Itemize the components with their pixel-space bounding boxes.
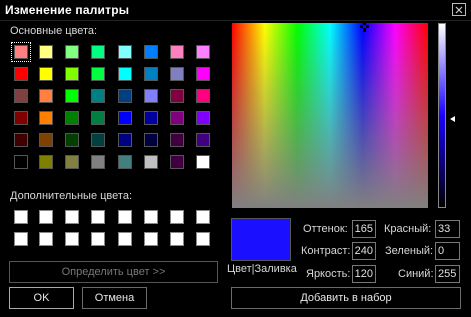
basic-color-swatch[interactable] (65, 155, 79, 169)
custom-color-swatch[interactable] (39, 232, 53, 246)
custom-color-swatch[interactable] (144, 232, 158, 246)
basic-color-swatch[interactable] (14, 67, 28, 81)
basic-color-swatch[interactable] (170, 45, 184, 59)
basic-color-swatch[interactable] (91, 67, 105, 81)
custom-color-swatch[interactable] (170, 210, 184, 224)
basic-color-swatch[interactable] (14, 89, 28, 103)
basic-color-swatch[interactable] (14, 111, 28, 125)
basic-color-swatch[interactable] (170, 111, 184, 125)
close-icon (455, 6, 463, 13)
blue-field[interactable]: 255 (435, 265, 460, 283)
basic-color-swatch[interactable] (65, 133, 79, 147)
basic-color-swatch[interactable] (14, 133, 28, 147)
basic-color-swatch[interactable] (196, 45, 210, 59)
basic-color-swatch[interactable] (39, 111, 53, 125)
saturation-field[interactable]: 240 (352, 242, 376, 260)
red-field[interactable]: 33 (435, 220, 460, 238)
basic-color-swatch[interactable] (39, 89, 53, 103)
ok-button[interactable]: OK (9, 287, 74, 309)
basic-color-swatch[interactable] (14, 155, 28, 169)
custom-color-swatch[interactable] (65, 232, 79, 246)
basic-color-swatch[interactable] (91, 89, 105, 103)
custom-colors-label: Дополнительные цвета: (10, 190, 132, 202)
basic-color-swatch[interactable] (196, 133, 210, 147)
color-spectrum[interactable] (232, 23, 428, 208)
red-label: Красный: (384, 223, 432, 235)
close-button[interactable] (452, 3, 466, 16)
cancel-button[interactable]: Отмена (82, 287, 147, 309)
basic-color-swatch[interactable] (144, 45, 158, 59)
hue-label: Оттенок: (303, 223, 348, 235)
saturation-label: Контраст: (301, 245, 351, 257)
hue-field[interactable]: 165 (352, 220, 376, 238)
luminance-label: Яркость: (306, 268, 351, 280)
define-custom-color-button[interactable]: Определить цвет >> (9, 261, 218, 283)
basic-color-swatch[interactable] (118, 133, 132, 147)
basic-color-swatch[interactable] (118, 111, 132, 125)
basic-color-swatch[interactable] (144, 133, 158, 147)
title-bar: Изменение палитры (0, 0, 471, 21)
custom-color-swatch[interactable] (118, 210, 132, 224)
basic-color-swatch[interactable] (144, 89, 158, 103)
preview-label: Цвет|Заливка (227, 263, 297, 275)
basic-color-swatch[interactable] (11, 42, 31, 62)
crosshair-icon[interactable] (360, 21, 369, 32)
custom-color-swatch[interactable] (170, 232, 184, 246)
basic-color-swatch[interactable] (118, 45, 132, 59)
basic-color-swatch[interactable] (39, 45, 53, 59)
basic-color-swatch[interactable] (170, 67, 184, 81)
blue-label: Синий: (398, 268, 434, 280)
custom-color-swatch[interactable] (65, 210, 79, 224)
basic-color-swatch[interactable] (118, 67, 132, 81)
custom-color-swatch[interactable] (14, 210, 28, 224)
basic-color-swatch[interactable] (170, 89, 184, 103)
basic-color-swatch[interactable] (144, 155, 158, 169)
basic-color-swatch[interactable] (170, 155, 184, 169)
basic-color-swatch[interactable] (39, 155, 53, 169)
basic-color-swatch[interactable] (91, 45, 105, 59)
add-to-custom-colors-button[interactable]: Добавить в набор (231, 287, 461, 309)
green-label: Зеленый: (385, 245, 434, 257)
basic-color-swatch[interactable] (65, 67, 79, 81)
custom-color-swatch[interactable] (91, 210, 105, 224)
custom-color-swatch[interactable] (91, 232, 105, 246)
basic-colors-label: Основные цвета: (10, 25, 98, 37)
basic-color-swatch[interactable] (170, 133, 184, 147)
basic-color-swatch[interactable] (39, 67, 53, 81)
basic-color-swatch[interactable] (65, 111, 79, 125)
basic-color-swatch[interactable] (65, 45, 79, 59)
custom-color-swatch[interactable] (196, 232, 210, 246)
custom-color-swatch[interactable] (196, 210, 210, 224)
basic-color-swatch[interactable] (118, 155, 132, 169)
basic-color-swatch[interactable] (39, 133, 53, 147)
custom-color-swatch[interactable] (144, 210, 158, 224)
luminance-field[interactable]: 120 (352, 265, 376, 283)
luminance-slider[interactable] (438, 23, 446, 208)
basic-color-swatch[interactable] (91, 111, 105, 125)
custom-color-swatch[interactable] (118, 232, 132, 246)
basic-color-swatch[interactable] (196, 67, 210, 81)
basic-color-swatch[interactable] (91, 155, 105, 169)
window-title: Изменение палитры (5, 3, 130, 17)
basic-color-swatch[interactable] (118, 89, 132, 103)
color-preview (231, 218, 291, 261)
custom-color-swatch[interactable] (39, 210, 53, 224)
basic-color-swatch[interactable] (144, 67, 158, 81)
basic-color-swatch[interactable] (144, 111, 158, 125)
basic-color-swatch[interactable] (196, 155, 210, 169)
green-field[interactable]: 0 (435, 242, 460, 260)
basic-color-swatch[interactable] (196, 111, 210, 125)
luminance-arrow-icon[interactable] (450, 116, 455, 122)
basic-color-swatch[interactable] (91, 133, 105, 147)
basic-color-swatch[interactable] (65, 89, 79, 103)
basic-color-swatch[interactable] (196, 89, 210, 103)
custom-color-swatch[interactable] (14, 232, 28, 246)
